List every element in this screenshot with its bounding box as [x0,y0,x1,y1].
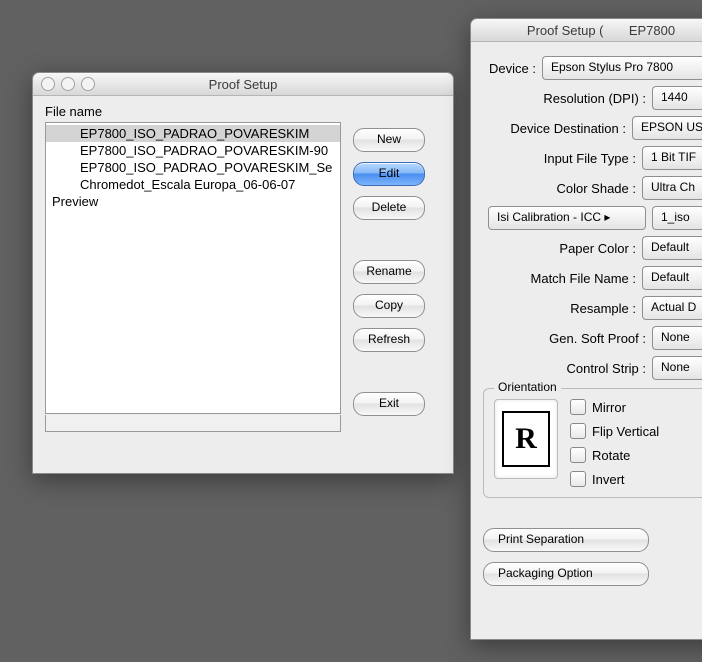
window-title: Proof Setup [209,77,278,92]
resolution-dropdown[interactable]: 1440 [652,86,702,110]
calibration-dropdown[interactable]: Isi Calibration - ICC ▸ [488,206,646,230]
row-control-strip: Control Strip : None [483,356,702,380]
row-match-file: Match File Name : Default [483,266,702,290]
row-color-shade: Color Shade : Ultra Ch [483,176,702,200]
delete-button[interactable]: Delete [353,196,425,220]
orientation-preview: R [494,399,558,479]
packaging-option-button[interactable]: Packaging Option [483,562,649,586]
window-controls [41,77,95,91]
copy-button[interactable]: Copy [353,294,425,318]
resample-dropdown[interactable]: Actual D [642,296,702,320]
list-item[interactable]: EP7800_ISO_PADRAO_POVARESKIM_Se [46,159,340,176]
row-resample: Resample : Actual D [483,296,702,320]
match-file-dropdown[interactable]: Default [642,266,702,290]
list-item[interactable]: Preview [46,193,340,210]
orientation-letter: R [502,411,550,467]
rotate-checkbox[interactable] [570,447,586,463]
close-icon[interactable] [41,77,55,91]
row-resolution: Resolution (DPI) : 1440 [483,86,702,110]
control-strip-label: Control Strip : [567,361,646,376]
flip-vertical-checkbox[interactable] [570,423,586,439]
paper-color-label: Paper Color : [559,241,636,256]
edit-button[interactable]: Edit [353,162,425,186]
row-destination: Device Destination : EPSON US [483,116,702,140]
calibration-value-dropdown[interactable]: 1_iso [652,206,702,230]
exit-button[interactable]: Exit [353,392,425,416]
soft-proof-dropdown[interactable]: None [652,326,702,350]
window-title: Proof Setup ( EP7800 [527,23,675,38]
horizontal-scrollbar[interactable] [45,415,341,432]
input-type-dropdown[interactable]: 1 Bit TIF [642,146,702,170]
rename-button[interactable]: Rename [353,260,425,284]
list-item[interactable]: EP7800_ISO_PADRAO_POVARESKIM [46,125,340,142]
invert-checkbox-row: Invert [570,471,659,487]
input-type-label: Input File Type : [544,151,636,166]
color-shade-label: Color Shade : [557,181,637,196]
list-item[interactable]: EP7800_ISO_PADRAO_POVARESKIM-90 [46,142,340,159]
window-body: Device : Epson Stylus Pro 7800 Resolutio… [471,42,702,598]
row-calibration: Isi Calibration - ICC ▸ 1_iso [483,206,702,230]
refresh-button[interactable]: Refresh [353,328,425,352]
row-paper-color: Paper Color : Default [483,236,702,260]
rotate-checkbox-row: Rotate [570,447,659,463]
button-column: New Edit Delete Rename Copy Refresh Exit [353,122,425,416]
bottom-buttons: Print Separation Packaging Option [483,528,702,586]
title-suffix: EP7800 [629,23,675,38]
paper-color-dropdown[interactable]: Default [642,236,702,260]
row-input-type: Input File Type : 1 Bit TIF [483,146,702,170]
mirror-label: Mirror [592,400,626,415]
device-label: Device : [489,61,536,76]
titlebar[interactable]: Proof Setup [33,73,453,96]
destination-dropdown[interactable]: EPSON US [632,116,702,140]
invert-checkbox[interactable] [570,471,586,487]
control-strip-dropdown[interactable]: None [652,356,702,380]
orientation-legend: Orientation [494,380,561,394]
soft-proof-label: Gen. Soft Proof : [549,331,646,346]
rotate-label: Rotate [592,448,630,463]
mirror-checkbox-row: Mirror [570,399,659,415]
window-body: File name EP7800_ISO_PADRAO_POVARESKIM E… [33,96,453,428]
list-item[interactable]: Chromedot_Escala Europa_06-06-07 [46,176,340,193]
orientation-group: Orientation R Mirror Flip Vertical Rotat… [483,388,702,498]
mirror-checkbox[interactable] [570,399,586,415]
proof-setup-detail-window: Proof Setup ( EP7800 Device : Epson Styl… [470,18,702,640]
match-file-label: Match File Name : [531,271,636,286]
device-dropdown[interactable]: Epson Stylus Pro 7800 [542,56,702,80]
resolution-label: Resolution (DPI) : [543,91,646,106]
row-soft-proof: Gen. Soft Proof : None [483,326,702,350]
row-device: Device : Epson Stylus Pro 7800 [483,56,702,80]
file-list[interactable]: EP7800_ISO_PADRAO_POVARESKIM EP7800_ISO_… [45,122,341,414]
color-shade-dropdown[interactable]: Ultra Ch [642,176,702,200]
file-name-label: File name [45,104,441,119]
resample-label: Resample : [570,301,636,316]
print-separation-button[interactable]: Print Separation [483,528,649,552]
destination-label: Device Destination : [510,121,626,136]
minimize-icon[interactable] [61,77,75,91]
proof-setup-list-window: Proof Setup File name EP7800_ISO_PADRAO_… [32,72,454,474]
titlebar[interactable]: Proof Setup ( EP7800 [471,19,702,42]
flip-vertical-checkbox-row: Flip Vertical [570,423,659,439]
new-button[interactable]: New [353,128,425,152]
flip-vertical-label: Flip Vertical [592,424,659,439]
invert-label: Invert [592,472,625,487]
zoom-icon[interactable] [81,77,95,91]
title-prefix: Proof Setup ( [527,23,604,38]
